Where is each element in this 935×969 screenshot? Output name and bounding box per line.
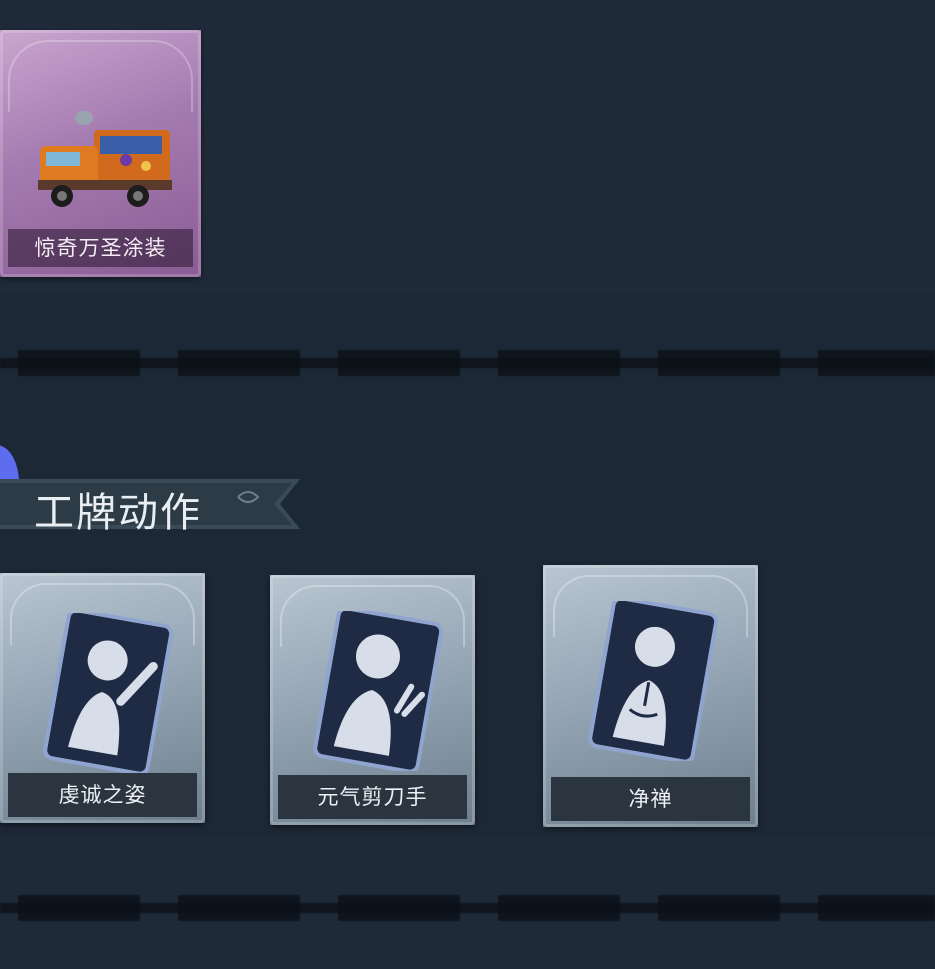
action-label: 元气剪刀手 xyxy=(278,775,467,819)
section-title: 工牌动作 xyxy=(34,490,202,536)
action-card[interactable]: 净禅 xyxy=(543,565,758,827)
halloween-truck-icon xyxy=(38,111,172,207)
action-label: 净禅 xyxy=(551,777,750,821)
skin-item-label: 惊奇万圣涂装 xyxy=(8,229,193,267)
action-label: 虔诚之姿 xyxy=(8,773,197,817)
action-card[interactable]: 虔诚之姿 xyxy=(0,573,205,823)
brush-divider xyxy=(0,895,935,921)
skin-item-card[interactable]: 惊奇万圣涂装 xyxy=(0,30,201,277)
brush-divider xyxy=(0,350,935,376)
meditation-pose-icon xyxy=(588,601,719,761)
action-card[interactable]: 元气剪刀手 xyxy=(270,575,475,825)
peace-sign-pose-icon xyxy=(313,611,444,771)
raised-arm-pose-icon xyxy=(43,613,174,773)
